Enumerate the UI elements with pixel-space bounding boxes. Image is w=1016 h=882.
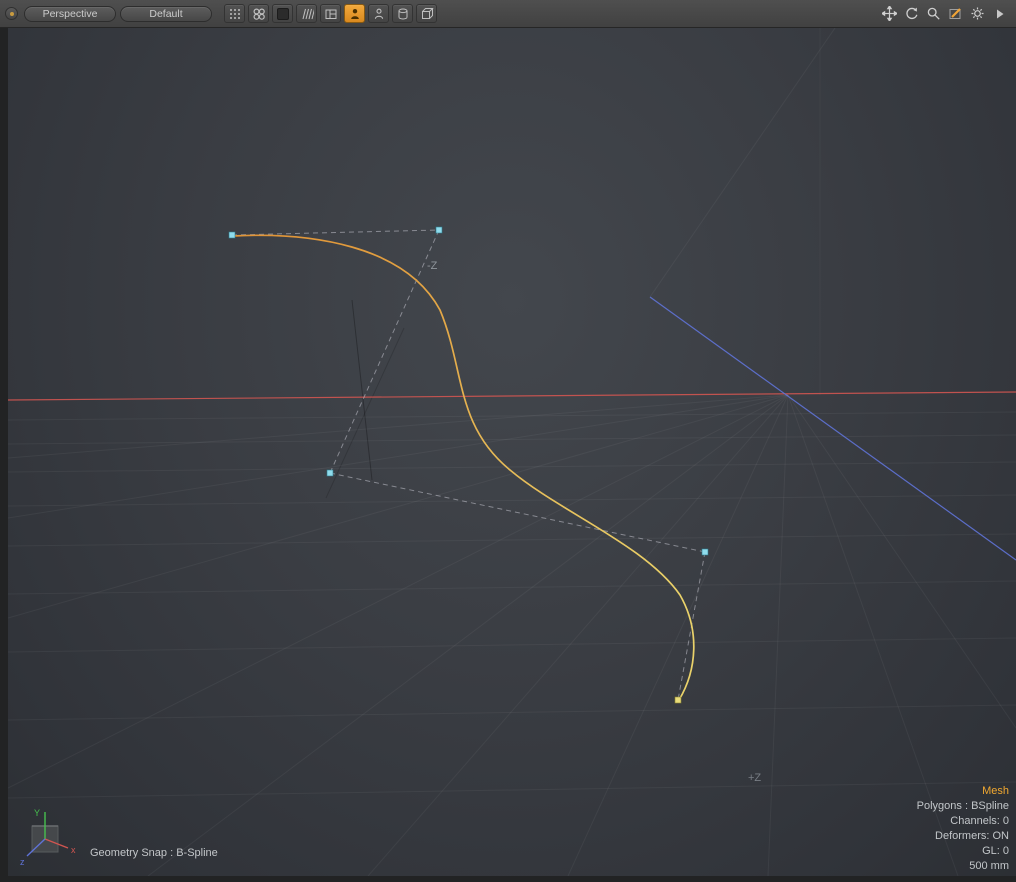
- control-polygon: [232, 230, 705, 700]
- axis-label-pos-z: +Z: [748, 772, 761, 784]
- viewport-nav-icons: [880, 4, 1011, 23]
- shading-style-dropdown[interactable]: Default: [120, 6, 212, 22]
- info-gl: GL: 0: [917, 844, 1009, 859]
- viewport-canvas[interactable]: [8, 28, 1016, 876]
- dot-grid-icon[interactable]: [224, 4, 245, 23]
- draw-style-icon[interactable]: [946, 4, 965, 23]
- hatch-icon[interactable]: [296, 4, 317, 23]
- control-point[interactable]: [327, 470, 333, 476]
- gear-icon[interactable]: [968, 4, 987, 23]
- expand-arrow-icon[interactable]: [990, 4, 1009, 23]
- cube-icon[interactable]: [416, 4, 437, 23]
- axis-gizmo[interactable]: Y x z: [12, 804, 82, 874]
- info-deformers: Deformers: ON: [917, 829, 1009, 844]
- control-point[interactable]: [436, 227, 442, 233]
- image-icon[interactable]: [272, 4, 293, 23]
- info-grid-size: 500 mm: [917, 859, 1009, 874]
- viewport-toolbar: Perspective Default: [0, 0, 1016, 28]
- item-info-panel: Mesh Polygons : BSpline Channels: 0 Defo…: [917, 784, 1009, 874]
- info-item-name: Mesh: [917, 784, 1009, 799]
- layout-icon[interactable]: [320, 4, 341, 23]
- actor-icon[interactable]: [368, 4, 389, 23]
- viewport-menu-thumb[interactable]: [5, 7, 18, 20]
- viewport-3d[interactable]: -Z +Z Y x z Geometry Snap : B-Spline: [8, 28, 1016, 876]
- gizmo-x-label: x: [71, 845, 76, 855]
- gizmo-z-label: z: [20, 857, 25, 867]
- circle-grid-icon[interactable]: [248, 4, 269, 23]
- control-points: [229, 227, 708, 703]
- info-channels: Channels: 0: [917, 814, 1009, 829]
- view-type-dropdown[interactable]: Perspective: [24, 6, 116, 22]
- axis-z-line: [650, 297, 1016, 560]
- gizmo-y-label: Y: [34, 808, 40, 818]
- orbit-icon[interactable]: [902, 4, 921, 23]
- actor-active-icon[interactable]: [344, 4, 365, 23]
- info-polygons: Polygons : BSpline: [917, 799, 1009, 814]
- end-point[interactable]: [675, 697, 681, 703]
- pan-icon[interactable]: [880, 4, 899, 23]
- zoom-icon[interactable]: [924, 4, 943, 23]
- geometry-snap-status: Geometry Snap : B-Spline: [90, 847, 218, 859]
- cylinder-icon[interactable]: [392, 4, 413, 23]
- axis-x-line: [8, 392, 1016, 400]
- control-point[interactable]: [702, 549, 708, 555]
- control-point[interactable]: [229, 232, 235, 238]
- axis-label-neg-z: -Z: [427, 260, 437, 272]
- toolbar-icon-group: [224, 4, 437, 23]
